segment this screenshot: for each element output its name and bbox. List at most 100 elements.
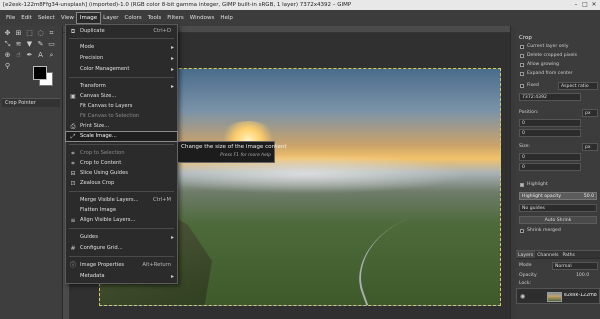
lasso-icon[interactable]: ◌	[36, 29, 45, 38]
tab-layers[interactable]: Layers	[516, 251, 536, 258]
menu-item-crop-content[interactable]: ⌗ Crop to Content	[66, 159, 177, 168]
tooltip-text: Change the size of the image content	[181, 144, 287, 150]
shrink-merged-checkbox[interactable]: Shrink merged	[519, 227, 599, 235]
menu-select[interactable]: Select	[35, 13, 58, 23]
menu-item-merge-visible[interactable]: Merge Visible Layers... Ctrl+M	[66, 196, 177, 205]
position-y-field[interactable]: 0	[519, 129, 581, 137]
toolbox: ✥ ⊞ ⬚ ◌ ⌗ ⤡ ≋ ▼ ✎ ▭ ⊕ ☝ ✒ A ⌕ ⚲ Crop Poi…	[0, 26, 63, 319]
opacity-label: Opacity	[519, 273, 537, 278]
minimize-icon[interactable]: –	[572, 1, 580, 9]
foreground-color-swatch[interactable]	[33, 66, 47, 80]
menu-item-crop-selection: ⌗ Crop to Selection	[66, 149, 177, 158]
position-x-field[interactable]: 0	[519, 119, 581, 127]
menu-item-fit-canvas-selection: Fit Canvas to Selection	[80, 113, 140, 119]
menu-tools[interactable]: Tools	[145, 13, 165, 23]
info-icon: ⓘ	[69, 262, 76, 269]
layer-mode-select[interactable]: Normal	[552, 262, 598, 270]
tool-options-tab[interactable]: Crop Pointer	[2, 98, 60, 107]
path-icon[interactable]: ✒	[25, 51, 34, 60]
menu-item-mode[interactable]: Mode ▸	[66, 43, 177, 52]
warp-icon[interactable]: ≋	[14, 40, 23, 49]
smudge-icon[interactable]: ☝	[14, 51, 23, 60]
highlight-checkbox[interactable]: Highlight	[519, 181, 599, 189]
scale-image-tooltip: Change the size of the image content Pre…	[177, 141, 287, 163]
crop-panel-title: Crop	[519, 35, 532, 41]
menu-item-align-layers[interactable]: ≡ Align Visible Layers...	[66, 216, 177, 225]
size-unit-select[interactable]: px	[582, 143, 598, 151]
delete-cropped-checkbox[interactable]: Delete cropped pixels	[519, 52, 599, 60]
clone-icon[interactable]: ⊕	[3, 51, 12, 60]
road	[343, 201, 487, 305]
color-picker-icon[interactable]: ⌕	[47, 51, 56, 60]
menu-item-precision[interactable]: Precision ▸	[66, 54, 177, 63]
tab-paths[interactable]: Paths	[560, 251, 577, 258]
transform-icon[interactable]: ⤡	[3, 40, 12, 49]
menu-separator	[69, 77, 174, 78]
paintbrush-icon[interactable]: ✎	[36, 40, 45, 49]
close-icon[interactable]: ✕	[590, 1, 598, 9]
expand-from-center-checkbox[interactable]: Expand from center	[519, 70, 599, 78]
menu-item-fit-canvas-layers[interactable]: Fit Canvas to Layers	[66, 102, 177, 111]
layers-tab-bar: Layers Channels Paths	[516, 250, 600, 259]
highlight-opacity-slider[interactable]: Highlight opacity 50.0	[519, 192, 597, 200]
menu-item-transform[interactable]: Transform ▸	[66, 82, 177, 91]
menu-item-metadata[interactable]: Metadata ▸	[66, 272, 177, 281]
rect-select-icon[interactable]: ⬚	[25, 29, 34, 38]
menu-windows[interactable]: Windows	[187, 13, 218, 23]
layer-name: e2esk-122m8	[564, 293, 597, 298]
maximize-icon[interactable]: □	[581, 1, 589, 9]
menu-item-image-properties[interactable]: ⓘ Image Properties Alt+Return	[66, 261, 177, 270]
layer-row[interactable]: ◉ e2esk-122m8	[516, 288, 600, 304]
scale-image-icon: ⤢	[70, 133, 76, 140]
size-w-field[interactable]: 0	[519, 153, 581, 161]
opacity-value[interactable]: 100.0	[576, 273, 589, 278]
bucket-fill-icon[interactable]: ▼	[25, 40, 34, 49]
tab-channels[interactable]: Channels	[535, 251, 560, 258]
submenu-arrow-icon: ▸	[170, 273, 174, 280]
fixed-checkbox[interactable]: Fixed	[519, 82, 557, 90]
menu-item-print-size[interactable]: ⎙ Print Size...	[66, 122, 177, 131]
print-size-icon: ⎙	[70, 123, 76, 130]
tool-options-panel: Crop Current layer only Delete cropped p…	[516, 26, 600, 319]
menu-item-configure-grid[interactable]: # Configure Grid...	[66, 244, 177, 253]
menu-item-zealous-crop[interactable]: ⊡ Zealous Crop	[66, 179, 177, 188]
layer-thumbnail	[547, 292, 562, 302]
allow-growing-checkbox[interactable]: Allow growing	[519, 61, 599, 69]
menu-edit[interactable]: Edit	[18, 13, 35, 23]
move-tool-icon[interactable]: ✥	[3, 29, 12, 38]
menu-image[interactable]: Image	[75, 12, 102, 24]
guides-select[interactable]: No guides	[519, 204, 597, 212]
menu-file[interactable]: File	[3, 13, 18, 23]
image-menu-dropdown: ⧉ Duplicate Ctrl+D Mode ▸ Precision ▸ Color …	[65, 24, 178, 284]
menu-separator	[69, 191, 174, 192]
zoom-icon[interactable]: ⚲	[3, 62, 12, 71]
menu-item-guides[interactable]: Guides ▸	[66, 233, 177, 242]
menu-help[interactable]: Help	[217, 13, 236, 23]
menu-item-color-management[interactable]: Color Management ▸	[66, 65, 177, 74]
zealous-crop-icon: ⊡	[70, 180, 76, 187]
duplicate-icon: ⧉	[70, 28, 76, 35]
menu-item-duplicate[interactable]: ⧉ Duplicate Ctrl+D	[66, 27, 177, 36]
auto-shrink-button[interactable]: Auto Shrink	[519, 216, 597, 224]
eraser-icon[interactable]: ▭	[47, 40, 56, 49]
menu-layer[interactable]: Layer	[100, 13, 121, 23]
eye-icon[interactable]: ◉	[520, 293, 525, 300]
text-tool-icon[interactable]: A	[36, 51, 45, 60]
current-layer-only-checkbox[interactable]: Current layer only	[519, 43, 599, 51]
menu-item-canvas-size[interactable]: ▣ Canvas Size...	[66, 92, 177, 101]
submenu-arrow-icon: ▸	[170, 44, 174, 51]
menu-filters[interactable]: Filters	[164, 13, 187, 23]
crop-tool-icon[interactable]: ⌗	[47, 29, 56, 38]
menu-view[interactable]: View	[58, 13, 77, 23]
aspect-ratio-field[interactable]: 7372:4392	[519, 93, 581, 101]
position-unit-select[interactable]: px	[582, 109, 598, 117]
menu-item-flatten[interactable]: Flatten Image	[66, 206, 177, 215]
fixed-mode-select[interactable]: Aspect ratio	[558, 82, 598, 90]
menu-separator	[69, 256, 174, 257]
slice-icon: ⊟	[70, 170, 76, 177]
menu-item-slice-guides[interactable]: ⊟ Slice Using Guides	[66, 169, 177, 178]
align-tool-icon[interactable]: ⊞	[14, 29, 23, 38]
menu-colors[interactable]: Colors	[121, 13, 144, 23]
size-h-field[interactable]: 0	[519, 163, 581, 171]
menu-item-scale-image[interactable]: ⤢ Scale Image...	[65, 131, 178, 142]
